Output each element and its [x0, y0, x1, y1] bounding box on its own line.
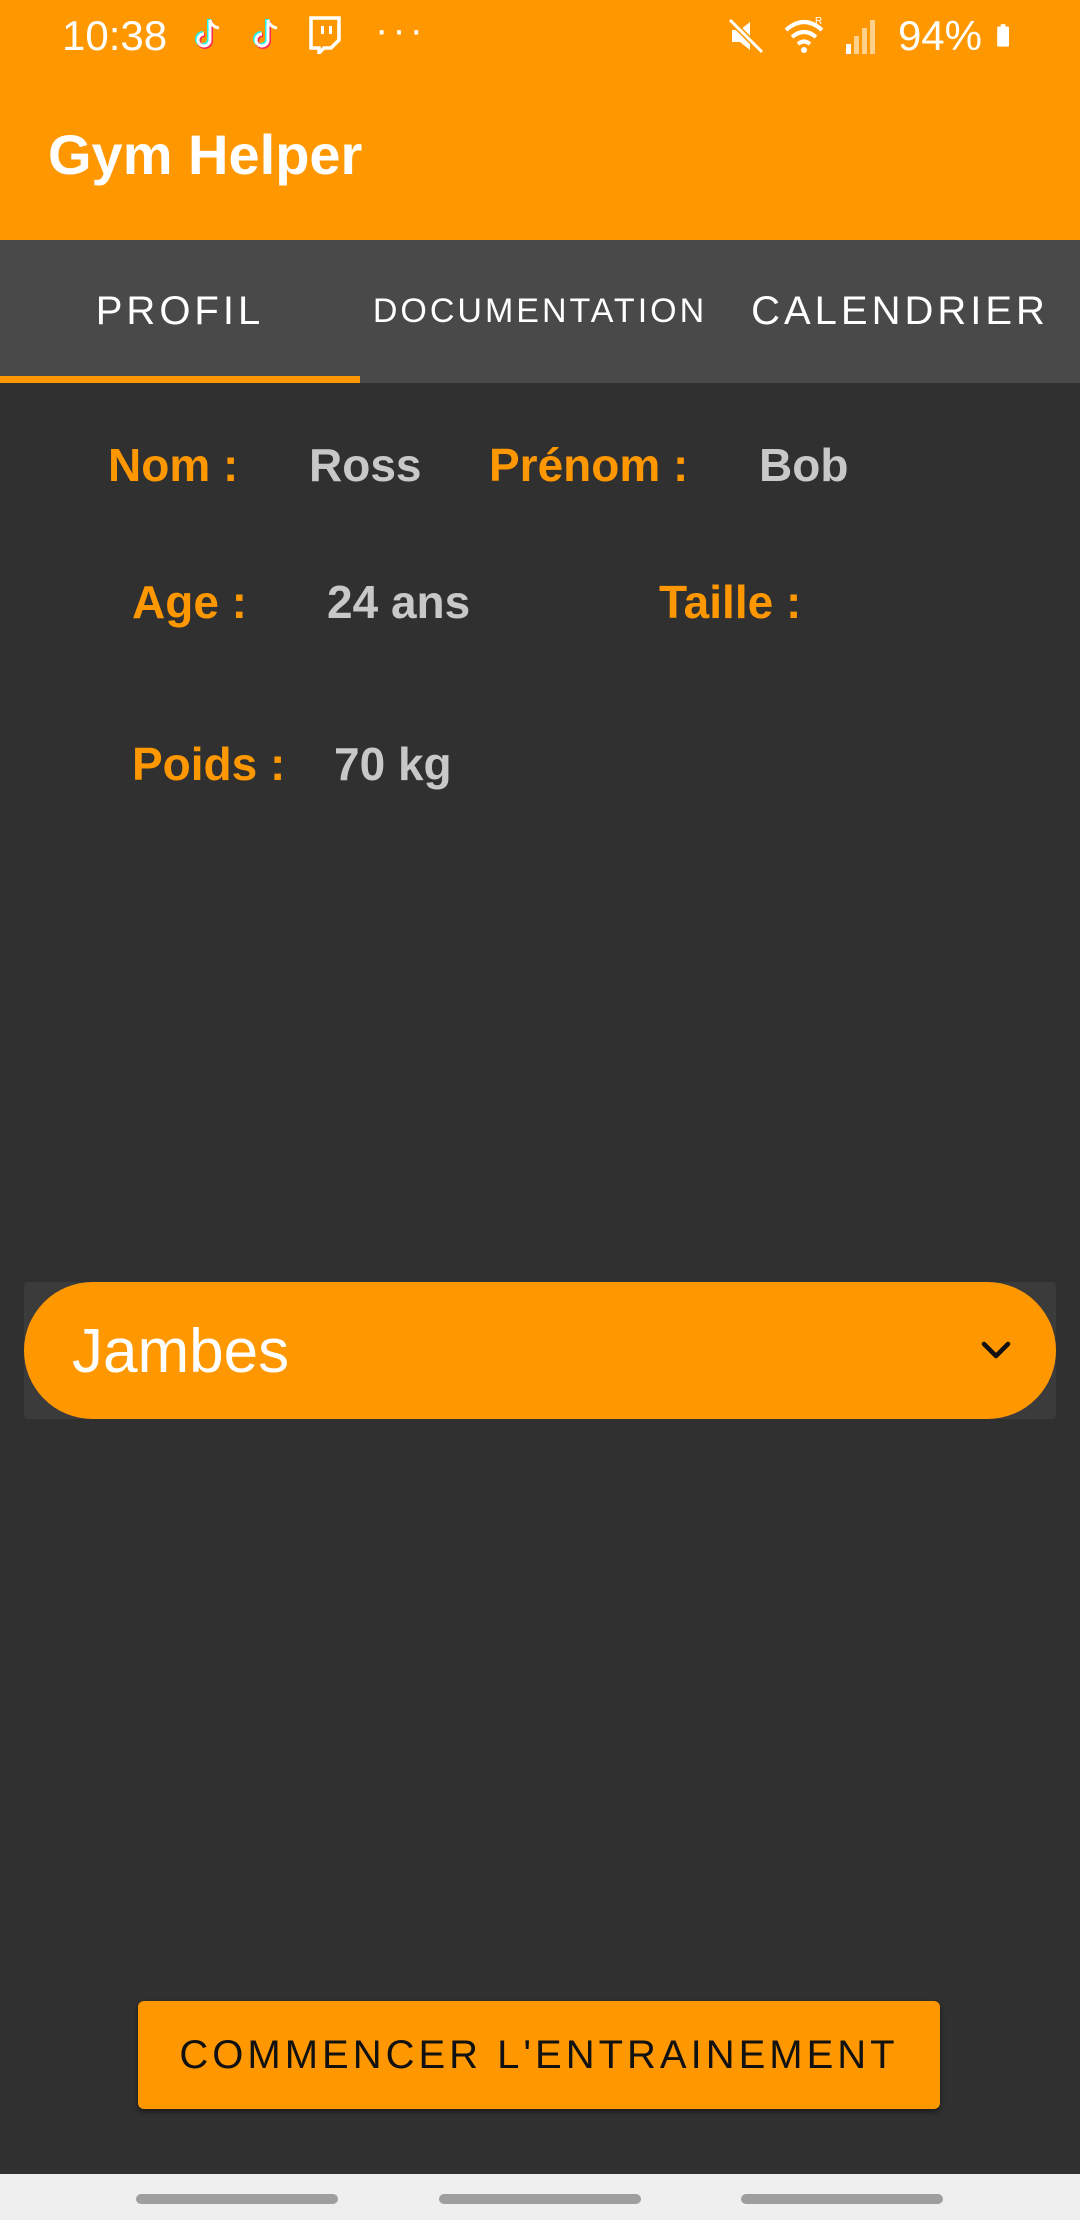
nom-value: Ross	[309, 439, 422, 491]
status-time: 10:38	[62, 12, 168, 59]
tab-indicator	[0, 376, 360, 383]
svg-text:R: R	[815, 16, 822, 27]
nav-recents-handle[interactable]	[136, 2194, 338, 2204]
muscle-group-selected: Jambes	[72, 1317, 290, 1386]
navigation-bar	[0, 2174, 1080, 2220]
taille-label: Taille :	[659, 576, 802, 628]
nav-back-handle[interactable]	[741, 2194, 943, 2204]
age-label: Age :	[132, 576, 247, 628]
battery-icon	[997, 24, 1009, 47]
prenom-label: Prénom :	[489, 439, 689, 491]
prenom-value: Bob	[759, 439, 849, 491]
age-value: 24 ans	[327, 576, 471, 628]
tiktok-icon	[195, 19, 220, 49]
more-notifications-icon: ···	[375, 8, 427, 52]
muscle-group-spinner: Jambes	[24, 1282, 1056, 1419]
app-title: Gym Helper	[48, 123, 363, 186]
notification-icons	[188, 14, 344, 54]
tiktok-icon	[253, 19, 278, 49]
start-training-button[interactable]: COMMENCER L'ENTRAINEMENT	[138, 2001, 940, 2109]
system-icons: R 94%	[724, 12, 1022, 60]
signal-icon	[845, 20, 875, 54]
nav-home-handle[interactable]	[439, 2194, 641, 2204]
muscle-group-select[interactable]: Jambes	[24, 1282, 1056, 1419]
status-bar: 10:38 ··· R 94%	[0, 0, 1080, 74]
tab-bar: PROFIL DOCUMENTATION CALENDRIER	[0, 240, 1080, 383]
tab-documentation[interactable]: DOCUMENTATION	[360, 240, 720, 383]
mute-icon	[727, 17, 765, 55]
chevron-down-icon	[981, 1341, 1011, 1359]
wifi-icon: R	[784, 16, 824, 53]
tab-calendrier[interactable]: CALENDRIER	[720, 240, 1080, 383]
tab-profil[interactable]: PROFIL	[0, 240, 360, 383]
battery-percent: 94%	[897, 12, 982, 59]
nom-label: Nom :	[108, 439, 239, 491]
app-bar: Gym Helper	[0, 74, 1080, 240]
twitch-icon	[309, 16, 341, 54]
poids-label: Poids :	[132, 738, 286, 790]
poids-value: 70 kg	[334, 738, 452, 790]
